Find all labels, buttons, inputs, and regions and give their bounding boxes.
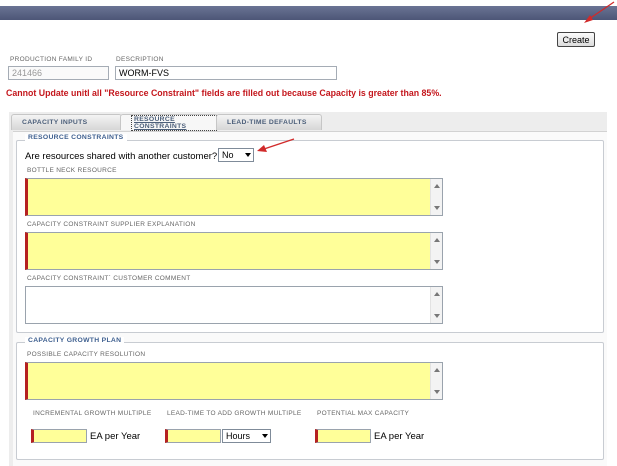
capacity-resolution-label: POSSIBLE CAPACITY RESOLUTION (27, 351, 146, 358)
scroll-up-icon[interactable] (434, 238, 440, 242)
scroll-up-icon[interactable] (434, 292, 440, 296)
description-label: DESCRIPTION (116, 56, 164, 63)
supplier-explanation-label: CAPACITY CONSTRAINT SUPPLIER EXPLANATION (27, 221, 196, 228)
scroll-down-icon[interactable] (434, 390, 440, 394)
scrollbar[interactable] (430, 287, 442, 323)
tab-lead-time-defaults-label: LEAD-TIME DEFAULTS (227, 119, 307, 126)
customer-comment-textarea[interactable] (25, 286, 443, 324)
potential-max-capacity-label: POTENTIAL MAX CAPACITY (317, 410, 410, 417)
bottleneck-resource-label: BOTTLE NECK RESOURCE (27, 167, 117, 174)
tab-capacity-inputs[interactable]: CAPACITY INPUTS (11, 114, 122, 130)
create-button[interactable]: Create (557, 32, 595, 47)
incremental-growth-input[interactable] (31, 429, 87, 443)
tab-resource-constraints[interactable]: RESOURCE CONSTRAINTS (120, 114, 218, 131)
description-field[interactable]: WORM-FVS (115, 66, 337, 80)
scrollbar[interactable] (430, 233, 442, 269)
capacity-growth-plan-legend: CAPACITY GROWTH PLAN (25, 337, 125, 344)
potential-max-capacity-input[interactable] (315, 429, 371, 443)
tab-lead-time-defaults[interactable]: LEAD-TIME DEFAULTS (216, 114, 322, 130)
scroll-down-icon[interactable] (434, 314, 440, 318)
shared-resources-value: No (222, 150, 234, 160)
scroll-up-icon[interactable] (434, 184, 440, 188)
scroll-down-icon[interactable] (434, 206, 440, 210)
scroll-down-icon[interactable] (434, 260, 440, 264)
scrollbar[interactable] (430, 363, 442, 399)
lead-time-growth-input[interactable] (165, 429, 221, 443)
production-family-id-field[interactable]: 241466 (8, 66, 109, 80)
tab-resource-constraints-label: RESOURCE CONSTRAINTS (131, 114, 217, 131)
bottleneck-resource-textarea[interactable] (25, 178, 443, 216)
top-banner (0, 6, 617, 20)
supplier-explanation-textarea[interactable] (25, 232, 443, 270)
capacity-resolution-textarea[interactable] (25, 362, 443, 400)
potential-max-capacity-unit: EA per Year (374, 431, 425, 442)
shared-resources-select[interactable]: No (218, 148, 254, 162)
incremental-growth-unit: EA per Year (90, 431, 141, 442)
scrollbar[interactable] (430, 179, 442, 215)
capacity-growth-plan-fieldset (16, 342, 604, 460)
scroll-up-icon[interactable] (434, 368, 440, 372)
customer-comment-label: CAPACITY CONSTRAINT` CUSTOMER COMMENT (27, 275, 191, 282)
lead-time-unit-value: Hours (226, 431, 251, 441)
lead-time-growth-label: LEAD-TIME TO ADD GROWTH MULTIPLE (167, 410, 302, 417)
lead-time-unit-select[interactable]: Hours (222, 429, 271, 443)
dropdown-arrow-icon (245, 153, 251, 157)
resource-constraints-legend: RESOURCE CONSTRAINTS (25, 134, 127, 141)
dropdown-arrow-icon (262, 434, 268, 438)
incremental-growth-label: INCREMENTAL GROWTH MULTIPLE (33, 410, 152, 417)
shared-resources-question: Are resources shared with another custom… (25, 151, 218, 162)
error-message: Cannot Update unitl all "Resource Constr… (6, 88, 442, 98)
tab-capacity-inputs-label: CAPACITY INPUTS (22, 119, 88, 126)
production-family-id-label: PRODUCTION FAMILY ID (10, 56, 93, 63)
